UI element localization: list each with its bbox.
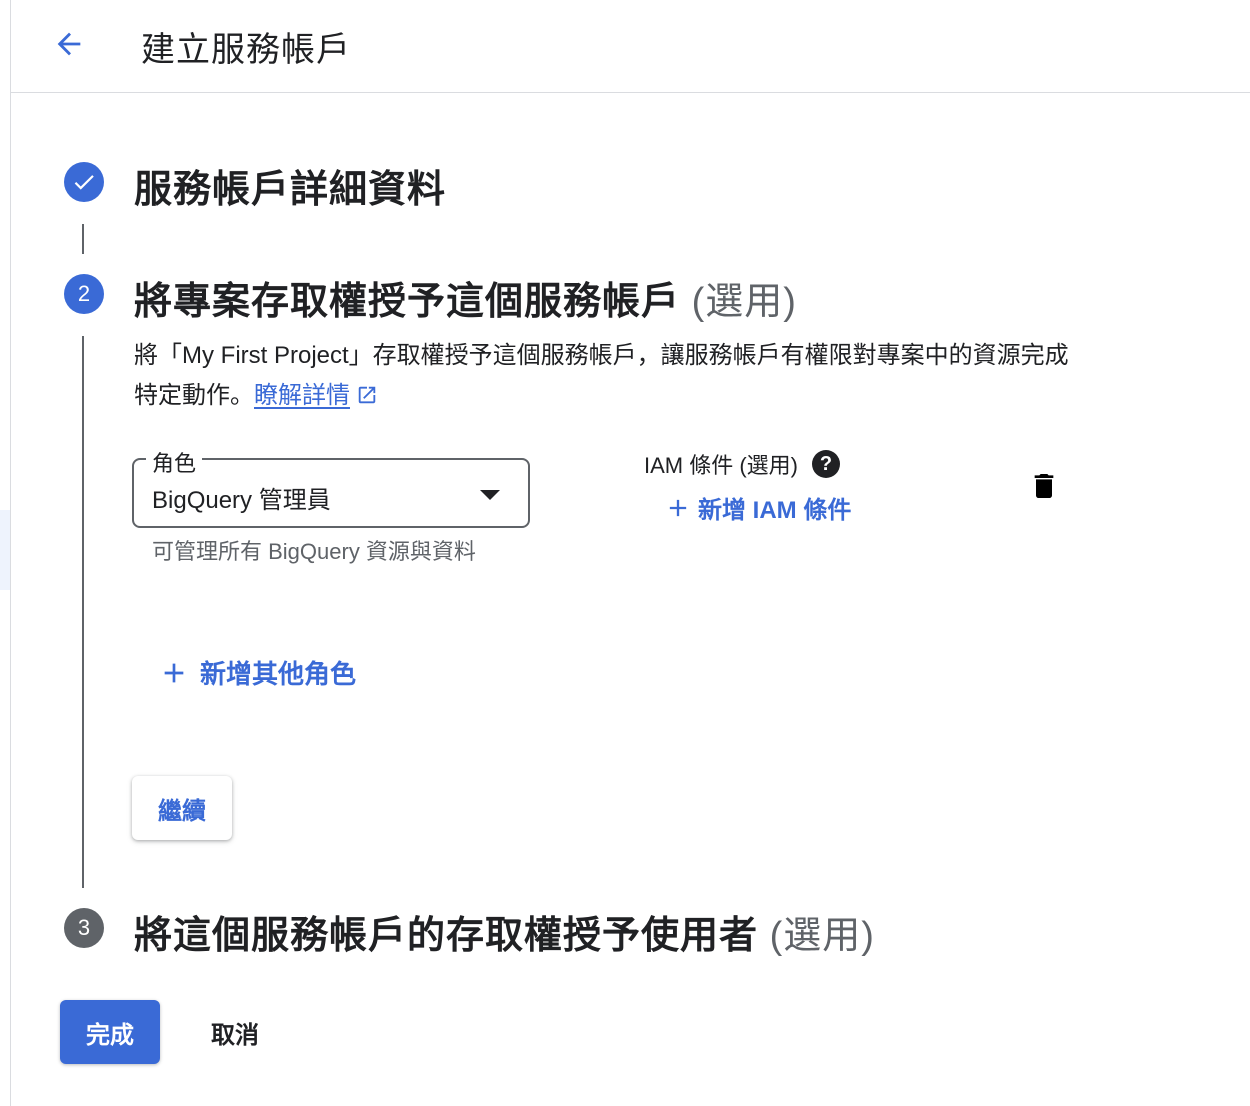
add-iam-condition-button[interactable]: 新增 IAM 條件 (664, 490, 851, 525)
step-connector (82, 224, 84, 254)
chevron-down-icon (480, 490, 500, 500)
side-panel-tab (0, 510, 10, 590)
step-3-title[interactable]: 將這個服務帳戶的存取權授予使用者 (選用) (134, 904, 875, 959)
iam-condition-label-text: IAM 條件 (選用) (644, 453, 798, 478)
delete-icon[interactable] (1028, 468, 1060, 504)
cancel-button[interactable]: 取消 (190, 1000, 280, 1064)
back-button[interactable] (49, 24, 89, 64)
step-1-title[interactable]: 服務帳戶詳細資料 (134, 158, 446, 213)
open-in-new-icon[interactable] (356, 384, 378, 406)
cancel-label: 取消 (211, 1021, 259, 1049)
help-icon[interactable]: ? (812, 450, 840, 478)
add-another-role-button[interactable]: 新增其他角色 (158, 654, 356, 691)
step-3-marker: 3 (64, 908, 104, 948)
step-connector (82, 336, 84, 888)
create-service-account-page: 建立服務帳戶 服務帳戶詳細資料 2 將專案存取權授予這個服務帳戶 (選用) 將「… (0, 0, 1250, 1106)
role-selected-value: BigQuery 管理員 (152, 487, 331, 514)
step-2-title: 將專案存取權授予這個服務帳戶 (選用) (134, 270, 797, 325)
continue-button[interactable]: 繼續 (132, 776, 232, 840)
role-description: 可管理所有 BigQuery 資源與資料 (152, 539, 476, 564)
plus-icon (164, 663, 184, 682)
left-rail-divider (10, 0, 11, 1106)
step-2-description: 將「My First Project」存取權授予這個服務帳戶，讓服務帳戶有權限對… (134, 336, 1084, 416)
learn-more-text: 瞭解詳情 (254, 382, 350, 409)
check-icon (74, 175, 94, 190)
role-field-label: 角色 (146, 446, 203, 478)
arrow-left-icon (57, 32, 81, 56)
step-2-number: 2 (77, 281, 91, 306)
done-button[interactable]: 完成 (60, 1000, 160, 1064)
step-2-marker: 2 (64, 274, 104, 314)
step-1-title-text: 服務帳戶詳細資料 (134, 169, 447, 211)
step-3-title-text: 將這個服務帳戶的存取權授予使用者 (134, 915, 759, 957)
learn-more-link[interactable]: 瞭解詳情 (254, 382, 350, 409)
step-3-optional-label: (選用) (769, 915, 875, 957)
add-another-role-label: 新增其他角色 (200, 659, 357, 689)
step-1-complete-marker (64, 162, 104, 202)
page-title: 建立服務帳戶 (141, 31, 351, 69)
add-iam-condition-label: 新增 IAM 條件 (698, 497, 852, 524)
plus-icon (669, 499, 687, 516)
step-3-number: 3 (77, 915, 91, 940)
iam-condition-label: IAM 條件 (選用) ? (644, 448, 840, 480)
step-2-title-text: 將專案存取權授予這個服務帳戶 (134, 281, 681, 323)
done-label: 完成 (86, 1021, 134, 1049)
step-2-optional-label: (選用) (691, 281, 797, 323)
continue-label: 繼續 (158, 797, 206, 825)
page-header: 建立服務帳戶 (11, 0, 1250, 93)
